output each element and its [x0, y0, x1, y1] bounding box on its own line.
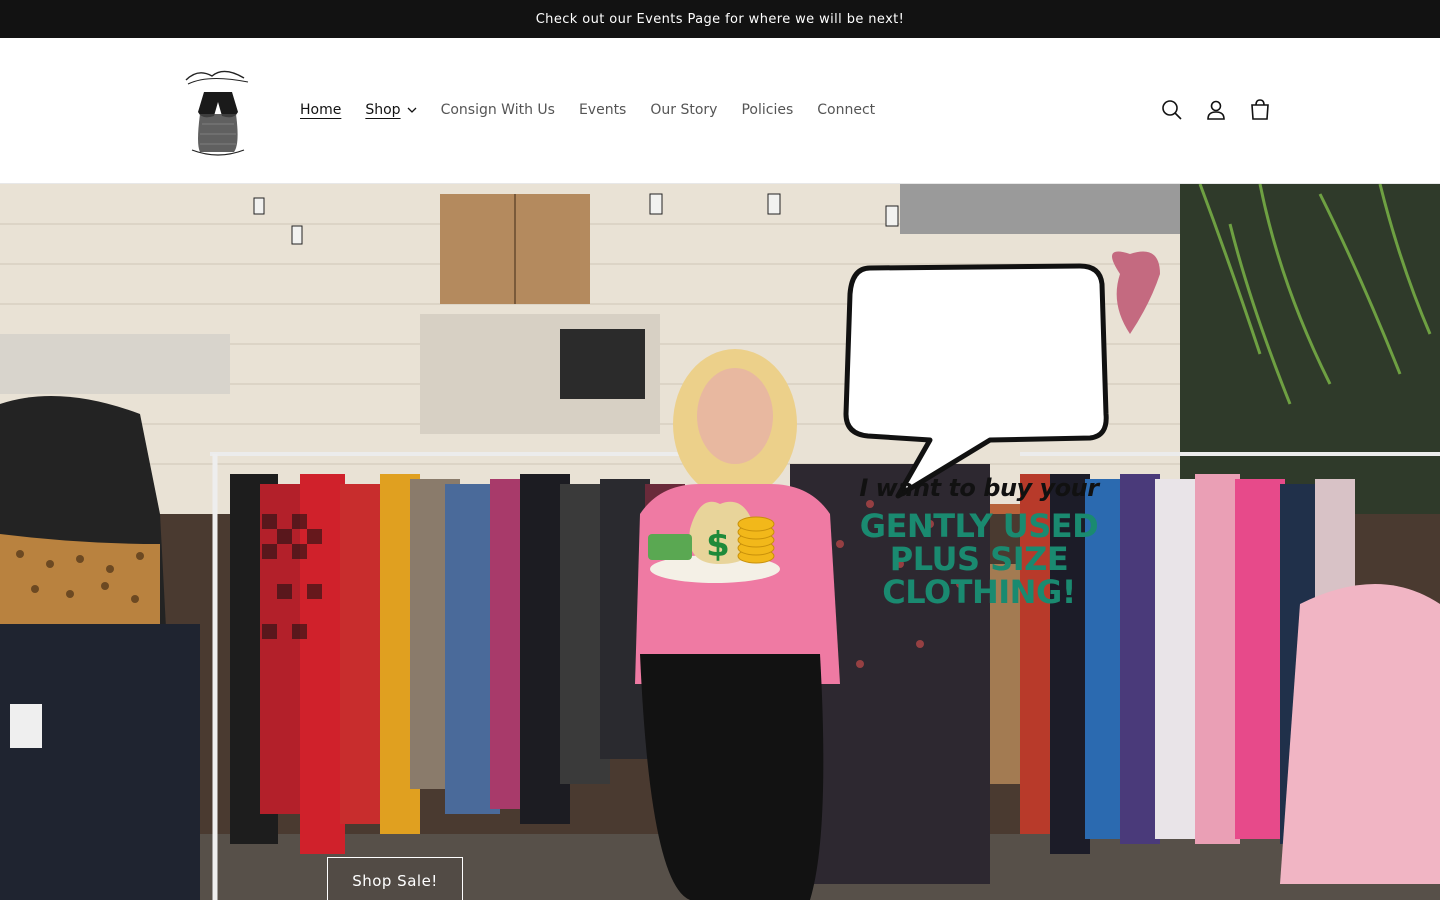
chevron-down-icon: [407, 107, 417, 113]
nav-shop[interactable]: Shop: [353, 102, 428, 118]
nav-consign[interactable]: Consign With Us: [429, 102, 567, 118]
nav-events[interactable]: Events: [567, 102, 638, 118]
site-logo[interactable]: [178, 64, 256, 158]
nav-our-story[interactable]: Our Story: [638, 102, 729, 118]
header-icons: [1152, 90, 1280, 130]
nav-home-label: Home: [300, 102, 342, 118]
announcement-bar: Check out our Events Page for where we w…: [0, 0, 1440, 38]
nav-events-label: Events: [578, 102, 627, 118]
bubble-line-3: PLUS SIZE: [889, 540, 1069, 578]
main-nav: Home Shop Consign With Us Events Our Sto…: [288, 96, 887, 124]
hero-image: $: [0, 184, 1440, 900]
account-button[interactable]: [1196, 90, 1236, 130]
account-icon: [1207, 100, 1225, 120]
cart-icon: [1251, 99, 1269, 120]
nav-consign-label: Consign With Us: [440, 102, 555, 118]
speech-bubble: I want to buy your GENTLY USED PLUS SIZE…: [848, 474, 1110, 609]
shop-sale-label: Shop Sale!: [352, 872, 438, 890]
nav-policies[interactable]: Policies: [729, 102, 805, 118]
hero-banner: $ I want to buy your GENTLY USED PLUS SI…: [0, 184, 1440, 900]
nav-connect[interactable]: Connect: [805, 102, 887, 118]
nav-our-story-label: Our Story: [650, 102, 718, 118]
site-header: Home Shop Consign With Us Events Our Sto…: [0, 38, 1440, 184]
nav-shop-label: Shop: [365, 102, 401, 118]
search-icon: [1162, 100, 1182, 120]
bubble-line-4: CLOTHING!: [882, 573, 1076, 611]
nav-connect-label: Connect: [817, 102, 876, 118]
bubble-line-2: GENTLY USED: [859, 507, 1099, 545]
svg-text:$: $: [706, 525, 730, 565]
cart-button[interactable]: [1240, 90, 1280, 130]
nav-home[interactable]: Home: [288, 102, 353, 118]
announcement-text[interactable]: Check out our Events Page for where we w…: [536, 12, 905, 27]
shop-sale-button[interactable]: Shop Sale!: [327, 857, 463, 900]
search-button[interactable]: [1152, 90, 1192, 130]
nav-policies-label: Policies: [741, 102, 794, 118]
bubble-line-1: I want to buy your: [859, 474, 1099, 502]
